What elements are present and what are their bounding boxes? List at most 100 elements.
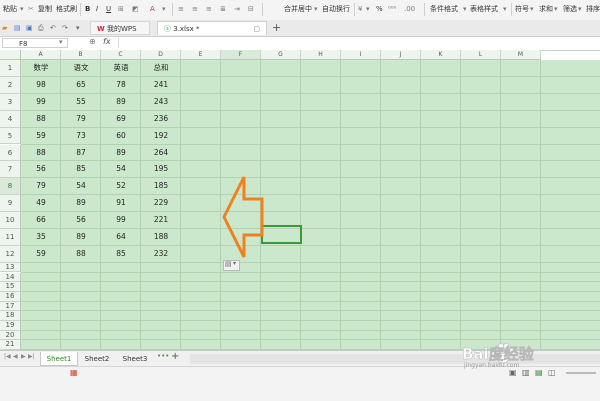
cell-c10[interactable]: 99	[101, 212, 141, 229]
sum-dropdown-icon[interactable]: ▾	[554, 3, 558, 16]
fill-color-icon[interactable]: ◩	[132, 3, 139, 16]
cell-d3[interactable]: 243	[141, 94, 181, 111]
cell-b3[interactable]: 55	[61, 94, 101, 111]
cell-a3[interactable]: 99	[21, 94, 61, 111]
cell-a2[interactable]: 98	[21, 77, 61, 94]
more-sheets-icon[interactable]: •••	[157, 352, 169, 360]
cell-c4[interactable]: 69	[101, 111, 141, 128]
cell-b11[interactable]: 89	[61, 229, 101, 246]
cell-d12[interactable]: 232	[141, 246, 181, 263]
cell-d2[interactable]: 241	[141, 77, 181, 94]
cell-a8[interactable]: 79	[21, 178, 61, 195]
print-icon[interactable]: ⎙	[36, 21, 46, 35]
formula-input[interactable]	[118, 38, 597, 48]
merge-icon[interactable]: ⊟	[248, 3, 254, 16]
paste-button[interactable]: 粘贴	[3, 3, 17, 16]
paste-dropdown-icon[interactable]: ▾	[20, 3, 24, 16]
prev-sheet-icon[interactable]: ◀	[13, 353, 18, 360]
sum-button[interactable]: 求和	[539, 3, 553, 16]
column-header-e[interactable]: E	[181, 50, 221, 60]
cell-c11[interactable]: 64	[101, 229, 141, 246]
row-header-11[interactable]: 11	[0, 229, 21, 246]
row-header-13[interactable]: 13	[0, 262, 21, 273]
macro-record-icon[interactable]: ▦	[70, 368, 78, 377]
cell-a9[interactable]: 49	[21, 195, 61, 212]
number-format-icon[interactable]: ¥	[358, 3, 362, 16]
row-header-5[interactable]: 5	[0, 127, 21, 145]
cell-d4[interactable]: 236	[141, 111, 181, 128]
column-header-j[interactable]: J	[381, 50, 421, 60]
first-sheet-icon[interactable]: |◀	[4, 353, 11, 360]
new-tab-button[interactable]: +	[268, 21, 285, 35]
cell-d5[interactable]: 192	[141, 128, 181, 145]
cell-a11[interactable]: 35	[21, 229, 61, 246]
cell-b6[interactable]: 87	[61, 145, 101, 162]
font-color-icon[interactable]: A	[150, 3, 155, 16]
sheet-tab-sheet2[interactable]: Sheet2	[78, 352, 116, 366]
row-header-21[interactable]: 21	[0, 340, 21, 350]
cell-d6[interactable]: 264	[141, 145, 181, 162]
copy-button[interactable]: 复制	[38, 3, 52, 16]
cell-c9[interactable]: 91	[101, 195, 141, 212]
row-header-2[interactable]: 2	[0, 76, 21, 94]
thousands-icon[interactable]: ⁰⁰⁰	[388, 3, 396, 16]
header-cell-c1[interactable]: 英语	[101, 60, 141, 77]
row-header-16[interactable]: 16	[0, 291, 21, 302]
decimal-icon[interactable]: .00	[404, 3, 415, 16]
column-header-g[interactable]: G	[261, 50, 301, 60]
name-box-dropdown-icon[interactable]: ▾	[59, 38, 63, 46]
cell-d9[interactable]: 229	[141, 195, 181, 212]
cell-a12[interactable]: 59	[21, 246, 61, 263]
row-header-4[interactable]: 4	[0, 110, 21, 128]
undo-icon[interactable]: ↶	[48, 21, 58, 35]
align-left-icon[interactable]: ≡	[178, 3, 184, 16]
paste-options-button[interactable]: ▤ ▾	[223, 260, 240, 271]
cell-c7[interactable]: 54	[101, 161, 141, 178]
border-icon[interactable]: ⊞	[118, 3, 124, 16]
cell-c3[interactable]: 89	[101, 94, 141, 111]
sort-button[interactable]: 排序	[586, 3, 600, 16]
underline-button[interactable]: U	[106, 3, 111, 16]
row-header-20[interactable]: 20	[0, 330, 21, 341]
column-header-l[interactable]: L	[461, 50, 501, 60]
last-sheet-icon[interactable]: ▶|	[28, 353, 35, 360]
row-header-9[interactable]: 9	[0, 195, 21, 213]
column-header-k[interactable]: K	[421, 50, 461, 60]
row-header-14[interactable]: 14	[0, 272, 21, 283]
redo-icon[interactable]: ↷	[60, 21, 70, 35]
align-right-icon[interactable]: ≡	[206, 3, 212, 16]
cell-b2[interactable]: 65	[61, 77, 101, 94]
quick-access-dropdown-icon[interactable]: ▾	[74, 21, 82, 35]
symbol-button[interactable]: 符号	[515, 3, 529, 16]
percent-button[interactable]: %	[376, 3, 383, 16]
column-header-b[interactable]: B	[61, 50, 101, 60]
row-header-12[interactable]: 12	[0, 245, 21, 263]
table-style-button[interactable]: 表格样式	[470, 3, 498, 16]
next-sheet-icon[interactable]: ▶	[21, 353, 26, 360]
row-header-19[interactable]: 19	[0, 321, 21, 331]
cell-d8[interactable]: 185	[141, 178, 181, 195]
row-header-6[interactable]: 6	[0, 144, 21, 162]
row-header-17[interactable]: 17	[0, 301, 21, 312]
column-header-a[interactable]: A	[21, 50, 61, 60]
merge-center-button[interactable]: 合并居中	[284, 3, 312, 16]
column-header-i[interactable]: I	[341, 50, 381, 60]
cell-d10[interactable]: 221	[141, 212, 181, 229]
open-icon[interactable]: ▤	[12, 21, 23, 35]
column-header-m[interactable]: M	[501, 50, 541, 60]
cell-d7[interactable]: 195	[141, 161, 181, 178]
column-header-d[interactable]: D	[141, 50, 181, 60]
add-sheet-button[interactable]: +	[171, 351, 179, 362]
merge-center-dropdown-icon[interactable]: ▾	[314, 3, 318, 16]
folder-icon[interactable]: ▰	[0, 21, 9, 35]
function-icon[interactable]: fx	[103, 37, 111, 46]
select-all-corner[interactable]	[0, 50, 21, 60]
header-cell-a1[interactable]: 数学	[21, 60, 61, 77]
cell-a7[interactable]: 56	[21, 161, 61, 178]
row-header-8[interactable]: 8	[0, 178, 21, 196]
row-header-18[interactable]: 18	[0, 311, 21, 321]
cell-a5[interactable]: 59	[21, 128, 61, 145]
sheet-tab-sheet3[interactable]: Sheet3	[116, 352, 154, 366]
cell-a4[interactable]: 88	[21, 111, 61, 128]
filter-dropdown-icon[interactable]: ▾	[578, 3, 582, 16]
